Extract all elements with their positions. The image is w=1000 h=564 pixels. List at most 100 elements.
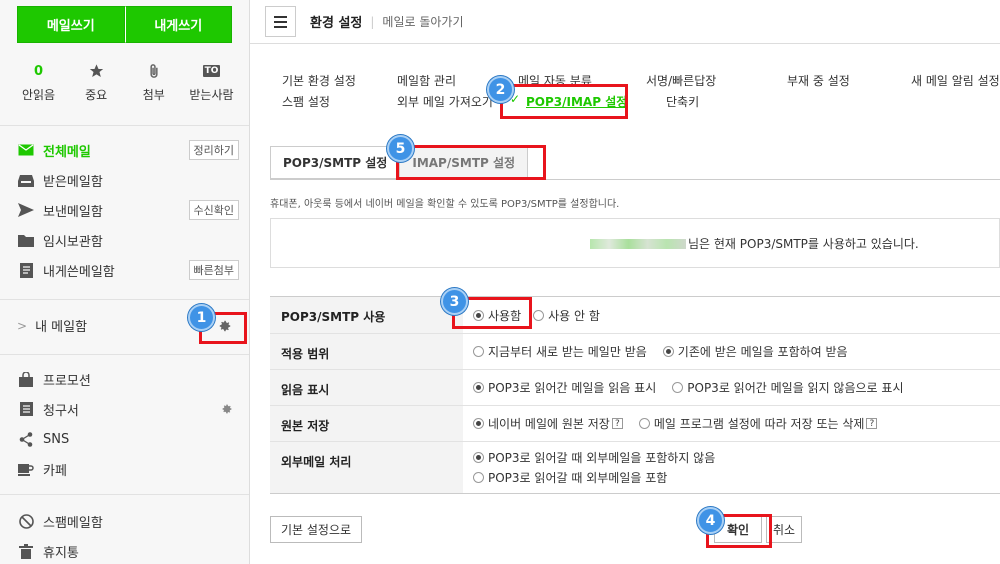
chevron-right-icon: > <box>17 318 28 333</box>
mailbox-cafe[interactable]: 카페 <box>17 456 239 482</box>
radio-include-existing[interactable]: 기존에 받은 메일을 포함하여 받음 <box>662 343 848 360</box>
nav-away[interactable]: 부재 중 설정 <box>787 72 850 89</box>
mailbox-label: 임시보관함 <box>43 234 103 250</box>
help-icon[interactable]: ? <box>611 418 623 429</box>
status-text: 님은 현재 POP3/SMTP를 사용하고 있습니다. <box>688 237 919 251</box>
nav-external-mail[interactable]: 외부 메일 가져오기 <box>397 93 501 110</box>
send-icon <box>17 203 35 217</box>
radio-new-only[interactable]: 지금부터 새로 받는 메일만 받음 <box>473 343 647 360</box>
radio-not-use[interactable]: 사용 안 함 <box>533 307 600 324</box>
quick-unread[interactable]: 0 안읽음 <box>10 60 67 103</box>
mailbox-label: 프로모션 <box>43 373 91 389</box>
mailbox-label: 받은메일함 <box>43 174 103 190</box>
row-external-mail: 외부메일 처리 POP3로 읽어갈 때 외부메일을 포함하지 않음 POP3로 … <box>270 442 1000 494</box>
nav-signature[interactable]: 서명/빠른답장 <box>646 72 716 89</box>
description-text: 휴대폰, 아웃룩 등에서 네이버 메일을 확인할 수 있도록 POP3/SMTP… <box>270 199 620 210</box>
radio-button[interactable] <box>473 472 484 483</box>
mailbox-promotion[interactable]: 프로모션 <box>17 366 239 392</box>
mailbox-label: SNS <box>43 431 70 447</box>
envelope-icon <box>17 143 35 157</box>
self-compose-button[interactable]: 내게쓰기 <box>124 6 232 43</box>
radio-button[interactable] <box>638 418 650 429</box>
nav-notifications[interactable]: 새 메일 알림 설정 <box>911 72 1000 89</box>
option-label: 네이버 메일에 원본 저장 <box>488 417 610 431</box>
masked-user-id <box>590 238 686 249</box>
nav-basic-settings[interactable]: 기본 환경 설정 <box>282 72 356 89</box>
row-pop3-usage: POP3/SMTP 사용 사용함 사용 안 함 <box>270 297 1000 334</box>
block-icon <box>17 513 35 529</box>
quick-filters: 0 안읽음 중요 첨부 TO 받는사람 <box>10 60 240 103</box>
organize-button[interactable]: 정리하기 <box>188 140 239 160</box>
mailbox-all[interactable]: 전체메일 정리하기 <box>17 137 239 163</box>
quick-important[interactable]: 중요 <box>68 60 125 103</box>
step-marker-4: 4 <box>697 507 724 534</box>
quick-recipient[interactable]: TO 받는사람 <box>183 60 240 103</box>
menu-icon[interactable] <box>265 6 296 37</box>
star-icon <box>89 64 103 77</box>
quick-attach-button[interactable]: 빠른첨부 <box>188 260 239 280</box>
quick-attachment[interactable]: 첨부 <box>125 60 182 103</box>
radio-button[interactable] <box>672 382 684 393</box>
row-label: POP3/SMTP 사용 <box>270 297 463 333</box>
row-keep-original: 원본 저장 네이버 메일에 원본 저장? 메일 프로그램 설정에 따라 저장 또… <box>270 406 1000 442</box>
radio-button[interactable] <box>533 309 545 321</box>
row-label: 적용 범위 <box>270 334 463 369</box>
compose-button[interactable]: 메일쓰기 <box>17 6 125 43</box>
radio-mark-unread[interactable]: POP3로 읽어간 메일을 읽지 않음으로 표시 <box>672 379 904 396</box>
to-icon: TO <box>202 65 221 77</box>
compose-buttons: 메일쓰기 내게쓰기 <box>17 6 232 43</box>
nav-spam[interactable]: 스팸 설정 <box>282 93 330 110</box>
inbox-icon <box>17 173 35 187</box>
nav-shortcuts[interactable]: 단축키 <box>666 93 699 110</box>
paperclip-icon <box>150 63 158 78</box>
folder-icon <box>17 233 35 247</box>
gear-icon[interactable] <box>221 403 233 415</box>
mailbox-spam[interactable]: 스팸메일함 <box>17 508 239 534</box>
radio-button[interactable] <box>662 346 674 357</box>
divider <box>0 354 249 355</box>
reset-default-button[interactable]: 기본 설정으로 <box>270 516 362 543</box>
quick-label: 첨부 <box>142 88 165 102</box>
radio-button[interactable] <box>473 346 484 357</box>
highlight-box <box>500 84 628 119</box>
row-label: 읽음 표시 <box>270 370 463 405</box>
mailbox-trash[interactable]: 휴지통 <box>17 538 239 564</box>
mailbox-sent[interactable]: 보낸메일함 수신확인 <box>17 197 239 223</box>
share-icon <box>17 431 35 447</box>
option-label: POP3로 읽어간 메일을 읽음 표시 <box>488 381 657 395</box>
option-label: POP3로 읽어갈 때 외부메일을 포함하지 않음 <box>488 451 716 465</box>
row-scope: 적용 범위 지금부터 새로 받는 메일만 받음 기존에 받은 메일을 포함하여 … <box>270 334 1000 370</box>
mailbox-label: 청구서 <box>43 403 79 419</box>
quick-label: 받는사람 <box>189 88 234 102</box>
radio-button[interactable] <box>473 452 484 463</box>
option-label: POP3로 읽어갈 때 외부메일을 포함 <box>488 471 668 485</box>
step-marker-3: 3 <box>441 288 468 315</box>
mailbox-drafts[interactable]: 임시보관함 <box>17 227 239 253</box>
tab-pop3-smtp[interactable]: POP3/SMTP 설정 <box>270 146 401 179</box>
quick-label: 중요 <box>85 88 108 102</box>
tab-underline <box>270 179 1000 180</box>
mailbox-bills[interactable]: 청구서 <box>17 396 239 422</box>
radio-button[interactable] <box>473 382 484 393</box>
radio-keep-original[interactable]: 네이버 메일에 원본 저장? <box>473 415 623 432</box>
note-icon <box>17 262 35 278</box>
option-label: 메일 프로그램 설정에 따라 저장 또는 삭제 <box>653 417 865 431</box>
radio-exclude-external[interactable]: POP3로 읽어갈 때 외부메일을 포함하지 않음 <box>473 449 1000 466</box>
radio-include-external[interactable]: POP3로 읽어갈 때 외부메일을 포함 <box>473 469 1000 486</box>
trash-icon <box>17 543 35 559</box>
radio-mark-read[interactable]: POP3로 읽어간 메일을 읽음 표시 <box>473 379 656 396</box>
mailbox-sns[interactable]: SNS <box>17 426 239 452</box>
my-mailbox-toggle[interactable]: > 내 메일함 <box>17 316 87 336</box>
help-icon[interactable]: ? <box>866 418 878 429</box>
radio-follow-program[interactable]: 메일 프로그램 설정에 따라 저장 또는 삭제? <box>638 415 878 432</box>
option-label: 기존에 받은 메일을 포함하여 받음 <box>677 345 848 359</box>
status-message: 님은 현재 POP3/SMTP를 사용하고 있습니다. <box>590 235 919 252</box>
radio-button[interactable] <box>473 418 484 429</box>
row-read-mark: 읽음 표시 POP3로 읽어간 메일을 읽음 표시 POP3로 읽어간 메일을 … <box>270 370 1000 406</box>
mailbox-inbox[interactable]: 받은메일함 <box>17 167 239 193</box>
read-receipt-button[interactable]: 수신확인 <box>188 200 239 220</box>
back-to-mail-link[interactable]: 메일로 돌아가기 <box>382 13 463 30</box>
mailbox-label: 보낸메일함 <box>43 204 103 220</box>
mailbox-self[interactable]: 내게쓴메일함 빠른첨부 <box>17 257 239 283</box>
nav-mailbox-management[interactable]: 메일함 관리 <box>397 72 456 89</box>
